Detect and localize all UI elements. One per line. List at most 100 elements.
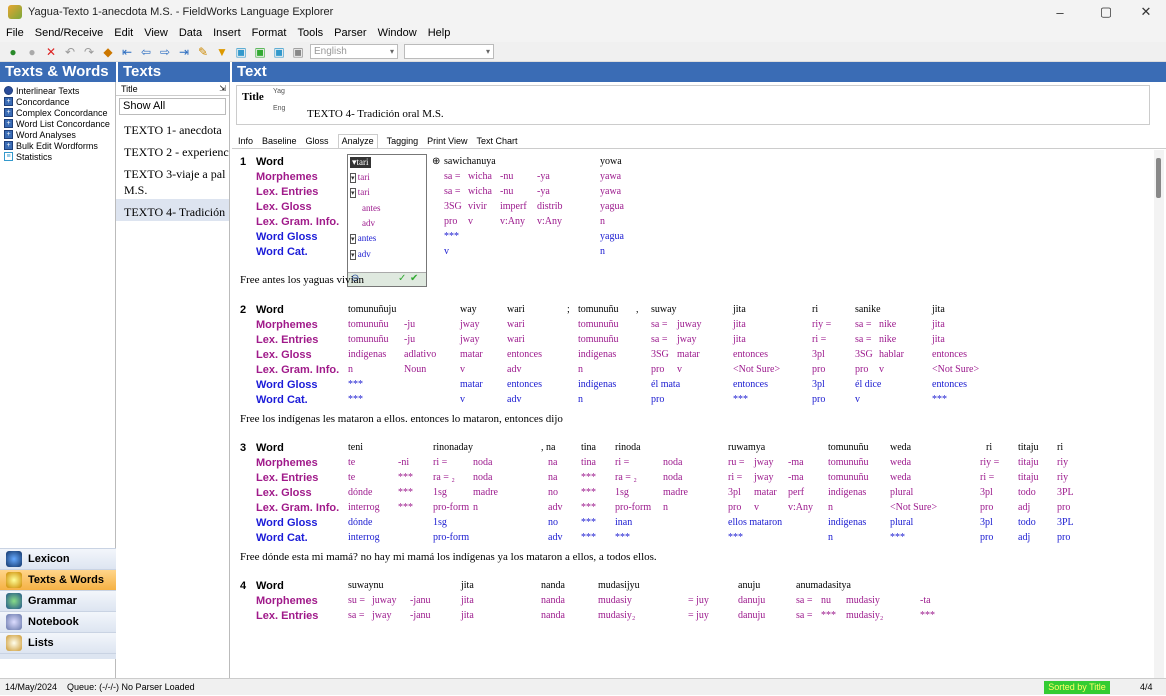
- tab-gloss[interactable]: Gloss: [306, 136, 329, 148]
- style-icon[interactable]: ✎: [196, 45, 210, 59]
- lex-gram[interactable]: <Not Sure>: [932, 363, 979, 377]
- lex-gloss[interactable]: entonces: [507, 348, 542, 362]
- tab-print-view[interactable]: Print View: [427, 136, 467, 148]
- next-record-icon[interactable]: ⇨: [158, 45, 172, 59]
- lex-gloss[interactable]: indígenas: [348, 348, 386, 362]
- lex-entry[interactable]: nanda: [541, 609, 565, 623]
- lex-gram[interactable]: v: [879, 363, 884, 377]
- lex-entry[interactable]: tomunuñu: [348, 333, 389, 347]
- menu-tools[interactable]: Tools: [297, 27, 323, 39]
- morpheme[interactable]: juway: [372, 594, 396, 608]
- word-cat[interactable]: interrog: [348, 531, 380, 545]
- lex-gloss[interactable]: ***: [581, 486, 596, 500]
- lex-entry[interactable]: ri =: [812, 333, 826, 347]
- maximize-icon[interactable]: ▢: [1086, 0, 1126, 24]
- lex-gram[interactable]: n: [473, 501, 478, 515]
- word[interactable]: weda: [890, 441, 911, 455]
- lex-entry[interactable]: sa =: [651, 333, 667, 347]
- minimize-icon[interactable]: –: [1040, 0, 1080, 24]
- word-cat[interactable]: pro: [980, 531, 993, 545]
- lex-entry[interactable]: jway: [677, 333, 696, 347]
- popup-lex-gram[interactable]: adv: [362, 218, 375, 228]
- lex-gram[interactable]: pro: [855, 363, 868, 377]
- menu-view[interactable]: View: [144, 27, 168, 39]
- lex-entry[interactable]: -ya: [537, 185, 550, 199]
- word[interactable]: ;: [567, 303, 570, 317]
- word-gloss[interactable]: 3pl: [980, 516, 993, 530]
- first-record-icon[interactable]: ⇤: [120, 45, 134, 59]
- lex-entry[interactable]: noda: [473, 471, 492, 485]
- word-gloss[interactable]: él dice: [855, 378, 881, 392]
- back-icon[interactable]: ●: [6, 45, 20, 59]
- word-cat[interactable]: v: [855, 393, 860, 407]
- lex-gloss[interactable]: 3pl: [980, 486, 993, 500]
- lex-entry[interactable]: riy: [1057, 471, 1068, 485]
- lex-gloss[interactable]: ***: [398, 486, 413, 500]
- morpheme[interactable]: tomunuñu: [578, 318, 619, 332]
- word[interactable]: suway: [651, 303, 677, 317]
- word-gloss[interactable]: plural: [890, 516, 913, 530]
- lex-entry[interactable]: -janu: [410, 609, 431, 623]
- lex-gram[interactable]: pro: [444, 215, 457, 229]
- menu-help[interactable]: Help: [428, 27, 451, 39]
- nav-concordance[interactable]: + Concordance: [0, 96, 115, 107]
- lex-gram[interactable]: interrog: [348, 501, 380, 515]
- free-translation[interactable]: Free dónde esta mi mamá? no hay mi mamá …: [240, 551, 657, 563]
- lex-entry[interactable]: mudasiy₂: [846, 609, 883, 623]
- lex-entry[interactable]: noda: [663, 471, 682, 485]
- lex-gloss[interactable]: 3pl: [812, 348, 825, 362]
- word-gloss[interactable]: yagua: [600, 230, 624, 244]
- lex-gram[interactable]: pro: [728, 501, 741, 515]
- morpheme[interactable]: tina: [581, 456, 596, 470]
- word[interactable]: jita: [733, 303, 746, 317]
- lex-entry[interactable]: danuju: [738, 609, 765, 623]
- lex-entry[interactable]: ri =: [980, 471, 994, 485]
- lex-gloss[interactable]: entonces: [932, 348, 967, 362]
- morpheme[interactable]: wari: [507, 318, 525, 332]
- popup-word-cat[interactable]: ▾ adv: [350, 249, 371, 260]
- lex-gloss[interactable]: madre: [473, 486, 498, 500]
- morpheme[interactable]: jita: [733, 318, 746, 332]
- lex-gloss[interactable]: 1sg: [433, 486, 447, 500]
- word[interactable]: yowa: [600, 155, 622, 169]
- lex-gloss[interactable]: matar: [677, 348, 700, 362]
- word[interactable]: tina: [581, 441, 596, 455]
- area-grammar[interactable]: Grammar: [0, 590, 116, 611]
- chart-icon[interactable]: ▣: [253, 45, 267, 59]
- lex-gram[interactable]: <Not Sure>: [890, 501, 937, 515]
- morpheme[interactable]: tomunuñu: [348, 318, 389, 332]
- popup-lex-entry[interactable]: ▾ tari: [350, 187, 370, 198]
- menu-file[interactable]: File: [6, 27, 24, 39]
- menu-edit[interactable]: Edit: [114, 27, 133, 39]
- lex-entry[interactable]: yawa: [600, 185, 621, 199]
- lex-entry[interactable]: ***: [581, 471, 596, 485]
- morpheme[interactable]: noda: [473, 456, 492, 470]
- morpheme[interactable]: mudasiy: [598, 594, 632, 608]
- lex-entry[interactable]: sa =: [855, 333, 871, 347]
- morpheme[interactable]: juway: [677, 318, 701, 332]
- delete-icon[interactable]: ✕: [44, 45, 58, 59]
- popup-word[interactable]: ▾tari: [350, 157, 371, 168]
- word-gloss[interactable]: inan: [615, 516, 632, 530]
- lex-gloss[interactable]: adlativo: [404, 348, 436, 362]
- word-cat[interactable]: ***: [733, 393, 748, 407]
- word-gloss[interactable]: ***: [444, 230, 459, 244]
- lex-gloss[interactable]: indígenas: [578, 348, 616, 362]
- forward-icon[interactable]: ●: [25, 45, 39, 59]
- word-gloss[interactable]: indígenas: [828, 516, 866, 530]
- word[interactable]: jita: [461, 579, 474, 593]
- lex-entry[interactable]: tomunuñu: [578, 333, 619, 347]
- word-cat[interactable]: adv: [548, 531, 562, 545]
- lex-gram[interactable]: pro: [980, 501, 993, 515]
- word-gloss[interactable]: él mata: [651, 378, 680, 392]
- filter-icon[interactable]: ▼: [215, 45, 229, 59]
- morpheme[interactable]: mudasiy: [846, 594, 880, 608]
- menu-send-receive[interactable]: Send/Receive: [35, 27, 104, 39]
- menu-insert[interactable]: Insert: [213, 27, 241, 39]
- word-gloss[interactable]: ellos mataron: [728, 516, 782, 530]
- word[interactable]: , na: [541, 441, 555, 455]
- lex-gloss[interactable]: 3SG: [444, 200, 462, 214]
- lex-gloss[interactable]: entonces: [733, 348, 768, 362]
- word[interactable]: teni: [348, 441, 363, 455]
- lex-entry[interactable]: jway: [460, 333, 479, 347]
